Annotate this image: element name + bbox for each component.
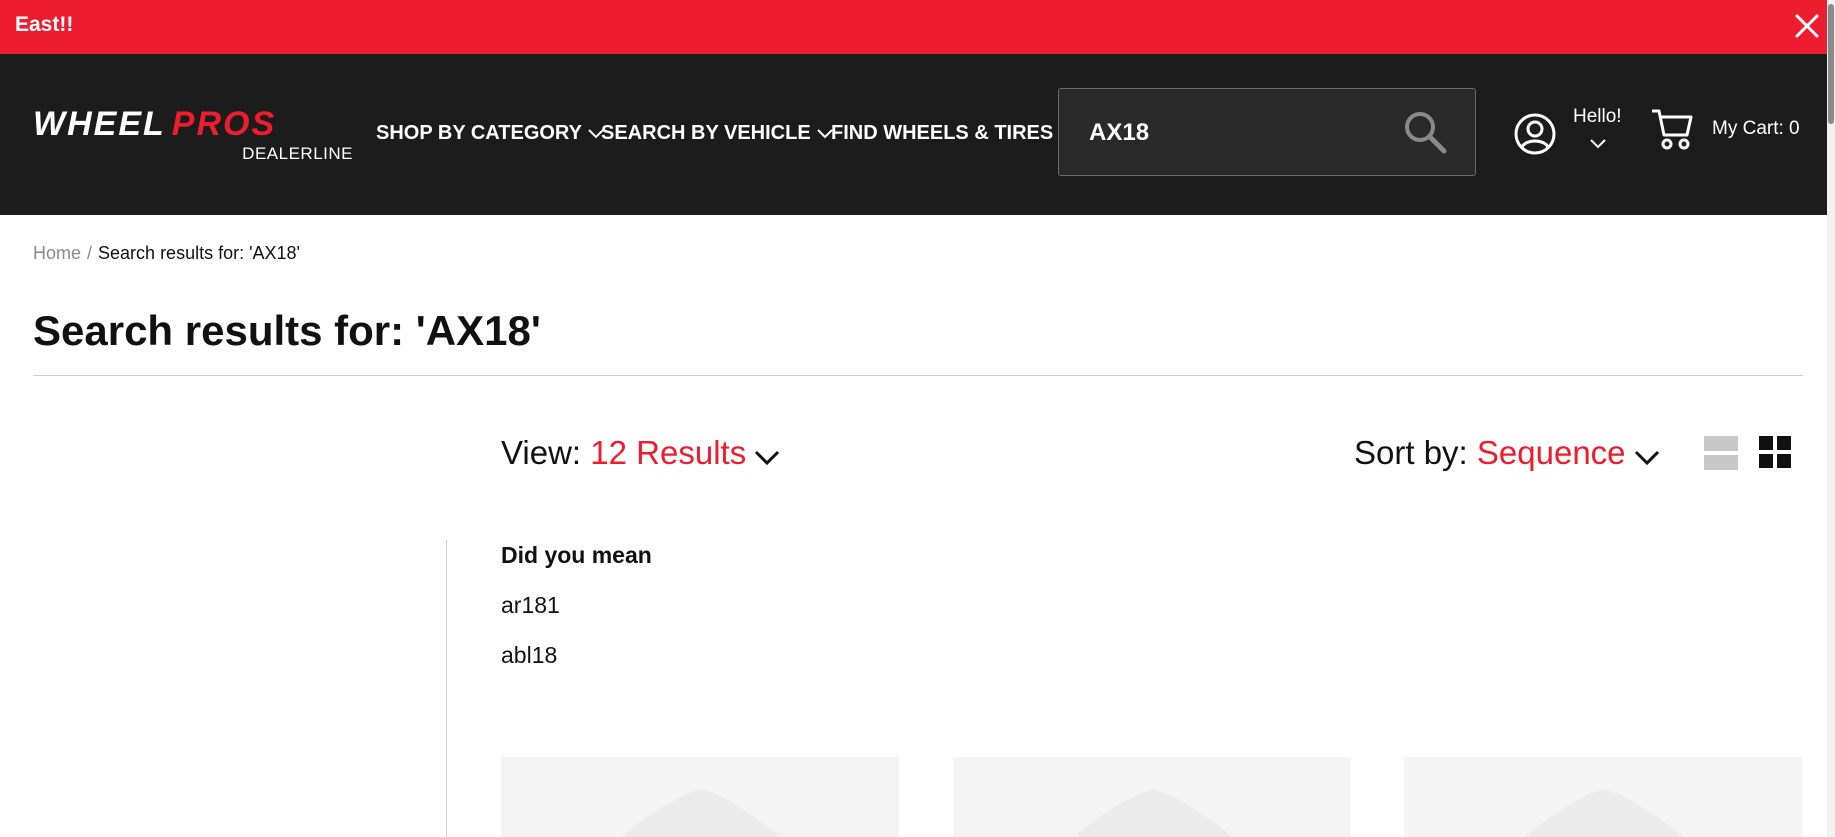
nav-label: SEARCH BY VEHICLE xyxy=(601,122,811,144)
product-tile[interactable] xyxy=(501,757,899,837)
placeholder-image-icon xyxy=(1524,789,1684,837)
site-header: WHEEL PROS DEALERLINE SHOP BY CATEGORY SE… xyxy=(0,54,1835,215)
nav-shop-by-category[interactable]: SHOP BY CATEGORY xyxy=(376,122,604,145)
view-value: 12 Results xyxy=(590,434,747,471)
placeholder-image-icon xyxy=(1073,789,1233,837)
announcement-bar: East!! xyxy=(0,0,1835,54)
scrollbar[interactable] xyxy=(1827,0,1835,837)
breadcrumb-current: Search results for: 'AX18' xyxy=(98,243,300,263)
nav-search-by-vehicle[interactable]: SEARCH BY VEHICLE xyxy=(601,122,833,145)
suggestion-link[interactable]: abl18 xyxy=(501,642,557,669)
chevron-down-icon[interactable] xyxy=(1590,136,1606,154)
did-you-mean-title: Did you mean xyxy=(501,542,652,568)
chevron-down-icon xyxy=(754,436,780,474)
search-icon[interactable] xyxy=(1403,110,1447,154)
sidebar-divider xyxy=(446,540,447,837)
divider xyxy=(33,375,1803,376)
close-icon[interactable] xyxy=(1794,13,1820,39)
logo[interactable]: WHEEL PROS DEALERLINE xyxy=(33,104,353,166)
page-title: Search results for: 'AX18' xyxy=(33,307,541,354)
logo-word-wheel: WHEEL xyxy=(33,105,166,143)
search-box xyxy=(1058,88,1476,176)
view-count-dropdown[interactable]: View: 12 Results xyxy=(501,434,780,474)
sort-dropdown[interactable]: Sort by: Sequence xyxy=(1354,434,1660,474)
view-label: View: xyxy=(501,434,582,471)
list-view-icon[interactable] xyxy=(1704,436,1738,470)
announcement-text: East!! xyxy=(15,13,74,36)
grid-view-icon[interactable] xyxy=(1759,436,1791,468)
sort-value: Sequence xyxy=(1476,434,1626,471)
scrollbar-thumb[interactable] xyxy=(1828,4,1834,124)
nav-find-wheels-tires[interactable]: FIND WHEELS & TIRES xyxy=(831,122,1053,145)
nav-label: SHOP BY CATEGORY xyxy=(376,122,582,144)
search-input[interactable] xyxy=(1087,111,1391,155)
cart-label[interactable]: My Cart: 0 xyxy=(1712,118,1800,140)
account-icon[interactable] xyxy=(1513,112,1557,156)
nav-label: FIND WHEELS & TIRES xyxy=(831,122,1054,144)
product-tile[interactable] xyxy=(1404,757,1802,837)
product-tile[interactable] xyxy=(953,757,1351,837)
chevron-down-icon xyxy=(1634,436,1660,474)
account-greeting[interactable]: Hello! xyxy=(1573,106,1622,128)
suggestion-link[interactable]: ar181 xyxy=(501,592,560,619)
logo-subtitle: DEALERLINE xyxy=(242,144,353,163)
breadcrumb: Home / Search results for: 'AX18' xyxy=(33,243,300,264)
logo-word-pros: PROS xyxy=(171,105,277,143)
placeholder-image-icon xyxy=(621,789,781,837)
breadcrumb-home-link[interactable]: Home xyxy=(33,243,81,263)
sort-label: Sort by: xyxy=(1354,434,1468,471)
breadcrumb-separator: / xyxy=(87,243,93,263)
cart-icon[interactable] xyxy=(1651,107,1693,151)
